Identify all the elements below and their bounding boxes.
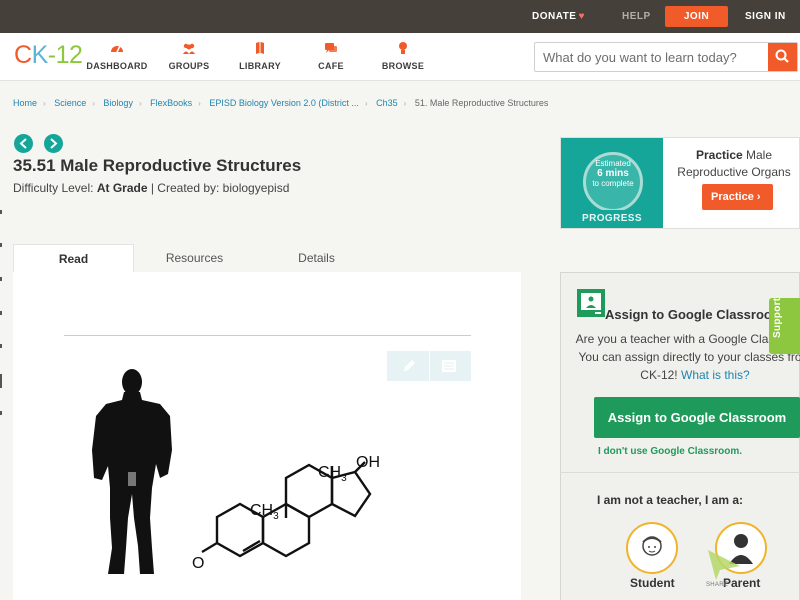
- what-is-this-link[interactable]: What is this?: [681, 368, 750, 382]
- breadcrumb-home[interactable]: Home: [13, 98, 37, 108]
- breadcrumb: Home › Science › Biology › FlexBooks › EPISD…: [13, 98, 548, 108]
- search-bar: [534, 42, 798, 72]
- male-silhouette-image: [92, 369, 172, 574]
- google-classroom-text: Are you a teacher with a Google Classroo…: [575, 332, 800, 382]
- breadcrumb-biology[interactable]: Biology: [103, 98, 133, 108]
- created-by: | Created by: biologyepisd: [150, 181, 290, 195]
- panel-divider: [560, 472, 800, 473]
- edge-marker: [0, 277, 2, 281]
- methyl-mid-label: CH3: [250, 502, 279, 522]
- google-classroom-heading: Assign to Google Classroom: [605, 307, 784, 322]
- practice-button[interactable]: Practice ›: [702, 184, 773, 210]
- chevron-right-icon: ›: [138, 99, 142, 108]
- help-link[interactable]: HELP: [622, 0, 651, 33]
- breadcrumb-chapter[interactable]: Ch35: [376, 98, 398, 108]
- share-icon[interactable]: [706, 548, 742, 582]
- practice-card: Estimated 6 mins to complete PROGRESS Pr…: [560, 137, 800, 229]
- progress-label: PROGRESS: [561, 210, 663, 228]
- chevron-right-icon: ›: [756, 191, 761, 203]
- oxygen-label: O: [192, 555, 204, 572]
- chevron-right-icon: ›: [364, 99, 368, 108]
- dashboard-icon: [111, 45, 123, 53]
- library-icon: [256, 42, 264, 54]
- top-bar: DONATE ♥ HELP JOIN SIGN IN: [0, 0, 800, 33]
- student-label: Student: [630, 576, 675, 590]
- chevron-right-icon: ›: [198, 99, 201, 108]
- search-icon: [775, 49, 789, 63]
- hydroxyl-label: OH: [356, 454, 380, 471]
- breadcrumb-flexbooks[interactable]: FlexBooks: [150, 98, 192, 108]
- practice-progress-tile: Estimated 6 mins to complete PROGRESS: [561, 138, 663, 228]
- nav-dashboard[interactable]: DASHBOARD: [77, 41, 157, 71]
- edge-marker: [0, 210, 2, 214]
- search-input[interactable]: [535, 43, 769, 71]
- notes-icon[interactable]: [441, 359, 457, 373]
- cafe-icon: [325, 43, 337, 53]
- chevron-right-icon: [50, 138, 58, 149]
- tab-details[interactable]: Details: [256, 244, 377, 272]
- chevron-right-icon: ›: [403, 99, 407, 108]
- main-nav: CK-12 DASHBOARD GROUPS LIBRARY CAFE BROW…: [0, 33, 800, 81]
- support-tab[interactable]: Support: [769, 298, 800, 354]
- pencil-icon[interactable]: [401, 358, 417, 374]
- edge-marker: [0, 411, 2, 415]
- sign-in-link[interactable]: SIGN IN: [745, 0, 786, 33]
- chevron-left-icon: [19, 138, 27, 149]
- assign-google-classroom-button[interactable]: Assign to Google Classroom: [594, 397, 800, 438]
- tab-resources[interactable]: Resources: [134, 244, 255, 272]
- role-prompt: I am not a teacher, I am a:: [596, 493, 744, 507]
- breadcrumb-book[interactable]: EPISD Biology Version 2.0 (District ...: [209, 98, 359, 108]
- join-button[interactable]: JOIN: [665, 6, 728, 27]
- nav-cafe[interactable]: CAFE: [291, 41, 371, 71]
- breadcrumb-current: 51. Male Reproductive Structures: [414, 98, 549, 108]
- estimated-time: Estimated 6 mins to complete: [592, 159, 634, 188]
- tab-read[interactable]: Read: [13, 244, 134, 273]
- edge-marker: [0, 374, 2, 388]
- breadcrumb-science[interactable]: Science: [54, 98, 86, 108]
- next-lesson-button[interactable]: [44, 134, 63, 153]
- testosterone-structure-image: O CH3 CH3 OH: [192, 454, 380, 572]
- google-classroom-icon: [577, 289, 605, 317]
- chevron-right-icon: ›: [92, 99, 95, 108]
- edge-marker: [0, 311, 2, 315]
- difficulty-value: At Grade: [96, 181, 148, 195]
- nav-library[interactable]: LIBRARY: [220, 41, 300, 71]
- page-title: 35.51 Male Reproductive Structures: [13, 156, 302, 175]
- lesson-meta: Difficulty Level: At Grade | Created by:…: [13, 181, 290, 195]
- content-toolbar: [387, 351, 471, 381]
- edge-marker: [0, 344, 2, 348]
- nav-groups[interactable]: GROUPS: [149, 41, 229, 71]
- nav-browse[interactable]: BROWSE: [363, 41, 443, 71]
- browse-icon: [399, 42, 407, 54]
- search-button[interactable]: [768, 43, 797, 71]
- groups-icon: [183, 43, 195, 54]
- donate-link[interactable]: DONATE ♥: [532, 0, 585, 33]
- share-label: SHARE: [706, 582, 729, 588]
- chevron-right-icon: ›: [43, 99, 46, 108]
- edge-marker: [0, 243, 2, 247]
- lesson-tabs: Read Resources Details: [13, 244, 521, 273]
- student-icon: [642, 536, 662, 556]
- ck12-logo[interactable]: CK-12: [14, 41, 83, 70]
- previous-lesson-button[interactable]: [14, 134, 33, 153]
- student-role-button[interactable]: [626, 522, 678, 574]
- practice-title: Practice Male Reproductive Organs: [677, 148, 791, 179]
- heart-icon: ♥: [578, 11, 585, 22]
- dont-use-classroom-link[interactable]: I don't use Google Classroom.: [560, 446, 780, 457]
- content-divider: [64, 335, 471, 336]
